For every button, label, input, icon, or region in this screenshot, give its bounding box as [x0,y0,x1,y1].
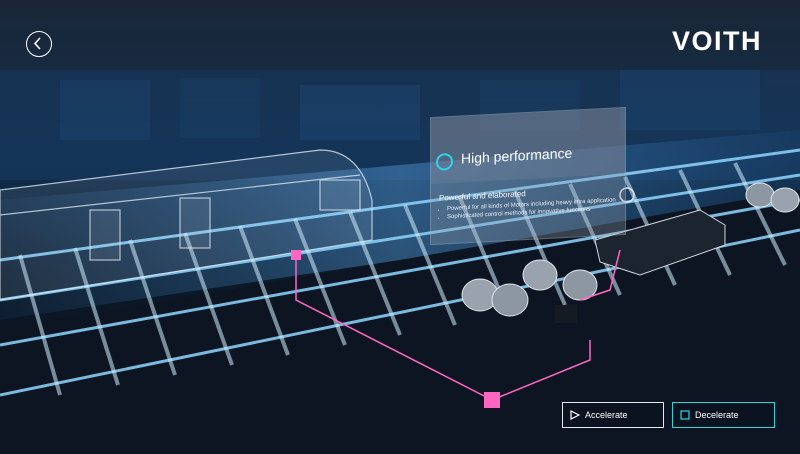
chevron-left-icon [33,37,41,50]
info-panel: High performance Powerful and elaborated… [430,106,626,246]
info-panel-subtitle: Powerful and elaborated [439,189,526,203]
marker-node-small [291,250,301,260]
decelerate-label: Decelerate [695,410,739,420]
train-3d-scene [0,0,800,454]
accelerate-button[interactable]: Accelerate [562,402,664,428]
stop-square-icon [680,410,690,420]
marker-node-main [484,392,500,408]
voith-logo: VOITH [672,26,763,56]
back-button[interactable] [26,31,52,57]
decelerate-button[interactable]: Decelerate [672,402,775,428]
play-icon [570,410,580,420]
accelerate-label: Accelerate [585,410,628,420]
